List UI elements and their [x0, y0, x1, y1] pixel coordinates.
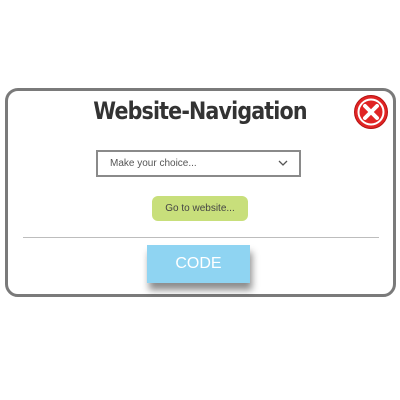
chevron-down-icon [278, 160, 288, 166]
go-to-website-button[interactable]: Go to website... [152, 196, 248, 221]
website-select[interactable]: Make your choice... [96, 150, 301, 177]
select-value: Make your choice... [110, 158, 197, 169]
dialog-title: Website-Navigation [93, 97, 307, 125]
divider [23, 237, 379, 238]
close-icon [354, 95, 388, 129]
close-button[interactable] [353, 94, 389, 130]
code-button[interactable]: CODE [147, 245, 250, 283]
